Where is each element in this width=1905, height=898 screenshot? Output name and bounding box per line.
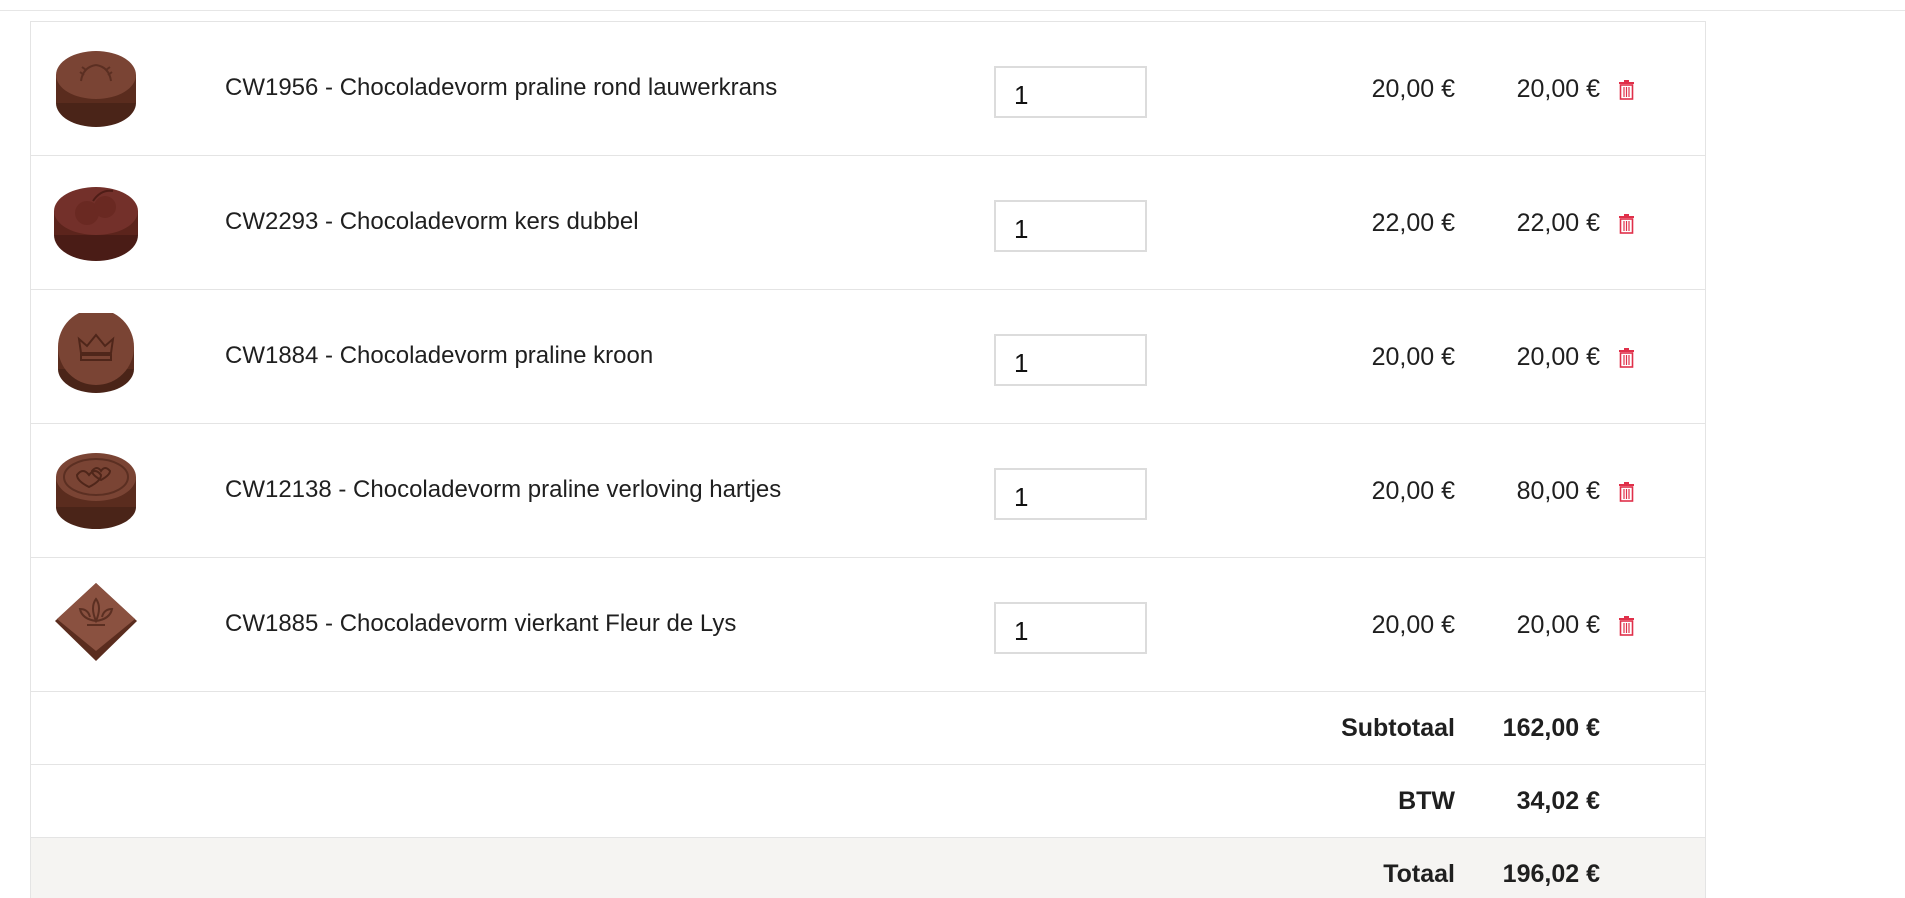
cart-row: CW12138 - Chocoladevorm praline verlovin… [31, 423, 1705, 557]
subtotal-label: Subtotaal [1341, 714, 1455, 742]
vat-label: BTW [1398, 787, 1455, 815]
line-total: 20,00 € [1516, 343, 1600, 371]
trash-icon[interactable] [1618, 482, 1635, 502]
grand-total-row: Totaal 196,02 € [31, 837, 1705, 898]
quantity-input[interactable] [994, 468, 1147, 520]
unit-price: 20,00 € [1371, 343, 1455, 371]
quantity-input[interactable] [994, 334, 1147, 386]
product-thumbnail-crown[interactable] [53, 313, 139, 399]
trash-icon[interactable] [1618, 348, 1635, 368]
cart-row: CW1885 - Chocoladevorm vierkant Fleur de… [31, 557, 1705, 691]
cart-row: CW2293 - Chocoladevorm kers dubbel 22,00… [31, 155, 1705, 289]
line-total: 80,00 € [1516, 477, 1600, 505]
quantity-input[interactable] [994, 200, 1147, 252]
line-total: 20,00 € [1516, 75, 1600, 103]
quantity-input[interactable] [994, 66, 1147, 118]
product-thumbnail-fleur-de-lys[interactable] [53, 581, 139, 667]
vat-row: BTW 34,02 € [31, 764, 1705, 837]
top-divider [0, 10, 1905, 11]
unit-price: 20,00 € [1371, 611, 1455, 639]
product-thumbnail-round-laurel[interactable] [53, 45, 139, 131]
line-total: 20,00 € [1516, 611, 1600, 639]
grand-total-value: 196,02 € [1502, 860, 1600, 888]
product-name[interactable]: CW1885 - Chocoladevorm vierkant Fleur de… [225, 612, 736, 636]
product-name[interactable]: CW2293 - Chocoladevorm kers dubbel [225, 210, 639, 234]
trash-icon[interactable] [1618, 80, 1635, 100]
unit-price: 20,00 € [1371, 477, 1455, 505]
subtotal-row: Subtotaal 162,00 € [31, 691, 1705, 764]
product-name[interactable]: CW1884 - Chocoladevorm praline kroon [225, 344, 653, 368]
product-thumbnail-cherry-double[interactable] [53, 179, 139, 265]
product-thumbnail-hearts[interactable] [53, 447, 139, 533]
trash-icon[interactable] [1618, 214, 1635, 234]
vat-value: 34,02 € [1516, 787, 1600, 815]
line-total: 22,00 € [1516, 209, 1600, 237]
product-name[interactable]: CW1956 - Chocoladevorm praline rond lauw… [225, 76, 777, 100]
trash-icon[interactable] [1618, 616, 1635, 636]
unit-price: 22,00 € [1371, 209, 1455, 237]
grand-total-label: Totaal [1383, 860, 1455, 888]
unit-price: 20,00 € [1371, 75, 1455, 103]
quantity-input[interactable] [994, 602, 1147, 654]
cart-row: CW1956 - Chocoladevorm praline rond lauw… [31, 21, 1705, 155]
product-name[interactable]: CW12138 - Chocoladevorm praline verlovin… [225, 478, 781, 502]
cart-table: CW1956 - Chocoladevorm praline rond lauw… [30, 21, 1706, 898]
cart-row: CW1884 - Chocoladevorm praline kroon 20,… [31, 289, 1705, 423]
subtotal-value: 162,00 € [1502, 714, 1600, 742]
